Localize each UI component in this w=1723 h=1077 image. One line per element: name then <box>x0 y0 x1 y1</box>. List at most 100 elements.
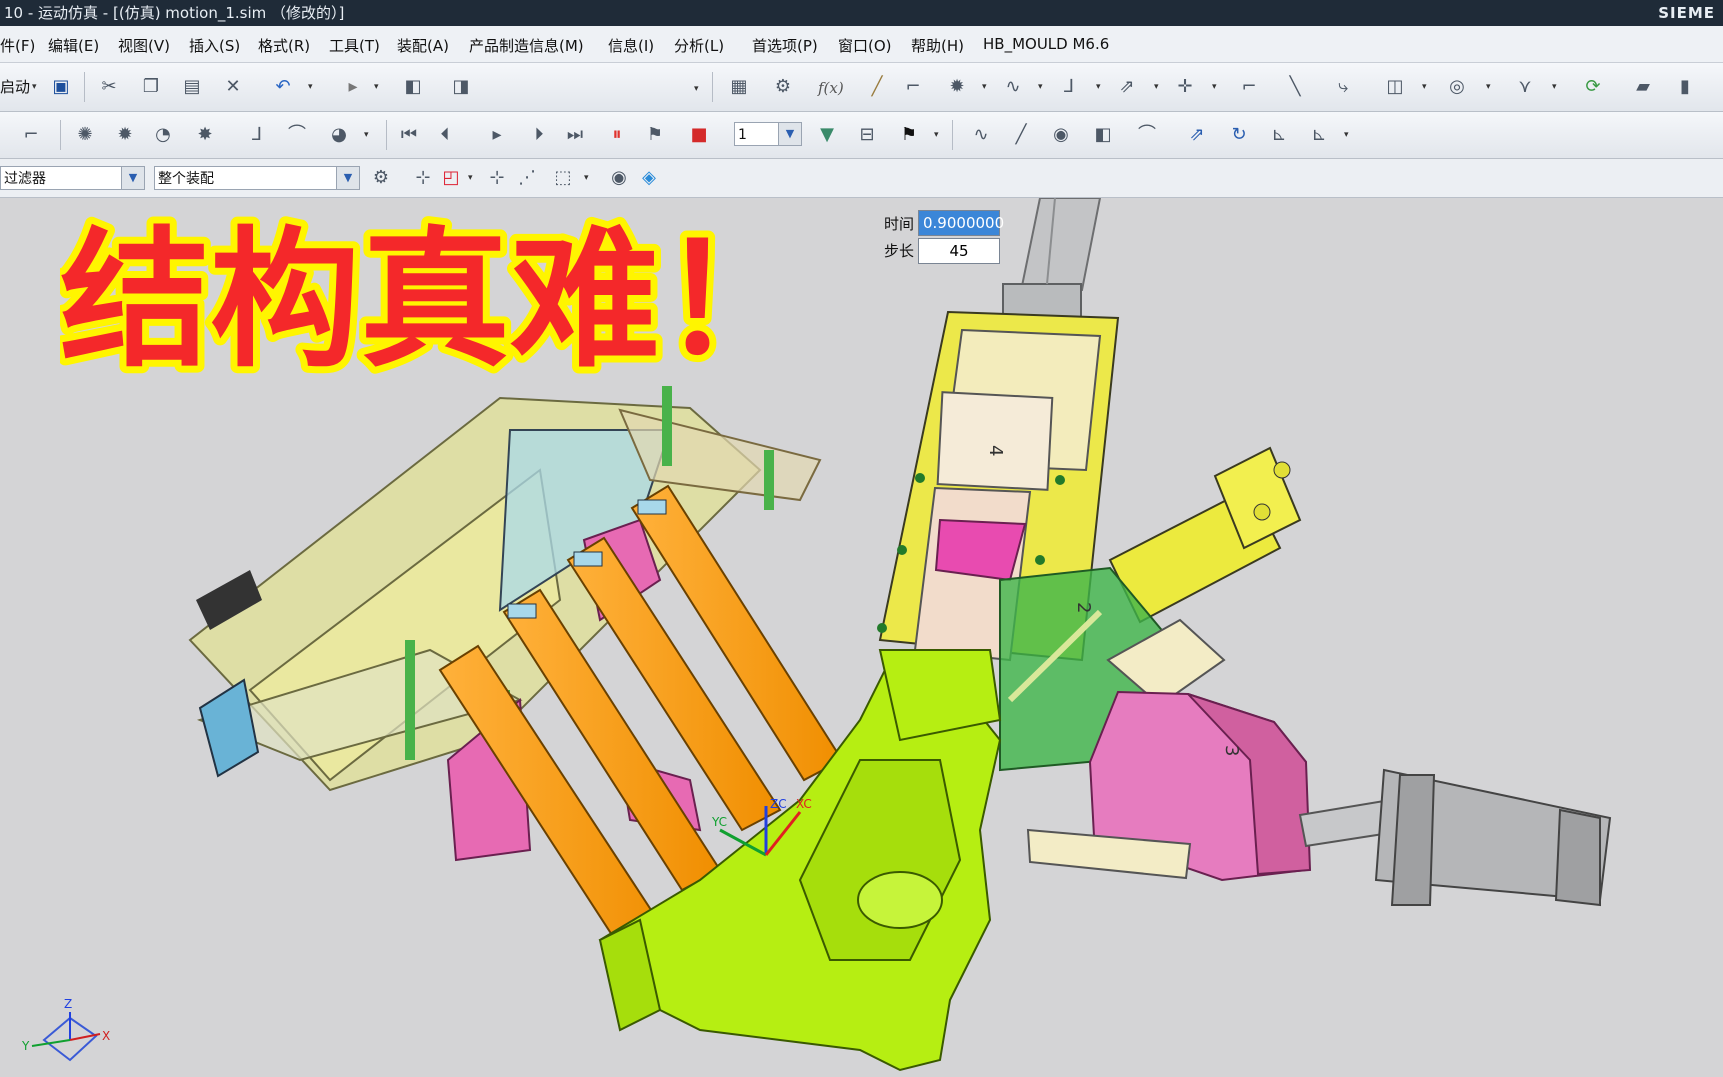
rewind-icon[interactable]: ⏮ <box>396 123 422 147</box>
save-icon[interactable]: ▣ <box>48 75 74 99</box>
delete-icon[interactable]: ✕ <box>220 75 246 99</box>
pause-icon[interactable]: ⏸ <box>604 123 630 147</box>
start-button[interactable]: 启动 <box>0 76 30 97</box>
rack-icon[interactable]: ✸ <box>192 123 218 147</box>
part-icon[interactable]: ▦ <box>726 75 752 99</box>
flag-dropdown-icon[interactable]: ▾ <box>934 121 942 145</box>
cut-icon[interactable]: ✂ <box>96 75 122 99</box>
axes-more-icon[interactable]: ⊾ <box>1306 123 1332 147</box>
marker-dropdown-icon[interactable]: ▾ <box>1096 73 1104 97</box>
axes-dropdown-icon[interactable]: ▾ <box>1344 121 1352 145</box>
contact-dropdown-icon[interactable]: ▾ <box>364 121 372 145</box>
joint-icon[interactable]: ⌐ <box>900 75 926 99</box>
select-body-icon[interactable]: ⋰ <box>514 166 540 190</box>
point-dropdown-icon[interactable]: ▾ <box>1212 73 1220 97</box>
play-icon[interactable]: ▸ <box>340 75 366 99</box>
search-dropdown-icon[interactable]: ▾ <box>694 75 702 99</box>
menu-pmi[interactable]: 产品制造信息(M) <box>469 35 584 56</box>
motion-body-icon[interactable]: ╱ <box>864 75 890 99</box>
assembly-scope-select[interactable]: 整个装配 ▼ <box>154 166 360 190</box>
layer-icon[interactable]: ◧ <box>400 75 426 99</box>
step-field[interactable]: 45 <box>918 238 1000 264</box>
menu-window[interactable]: 窗口(O) <box>838 35 892 56</box>
chevron-down-icon[interactable]: ▼ <box>121 167 144 189</box>
undo-icon[interactable]: ↶ <box>270 75 296 99</box>
menu-view[interactable]: 视图(V) <box>118 35 170 56</box>
cable-icon[interactable]: ⅃ <box>244 123 270 147</box>
solver-icon[interactable]: ⌐ <box>1236 75 1262 99</box>
paste-icon[interactable]: ▤ <box>179 75 205 99</box>
chevron-down-icon[interactable]: ▼ <box>778 123 801 145</box>
spring-dropdown-icon[interactable]: ▾ <box>1038 73 1046 97</box>
view-icon[interactable]: ◉ <box>606 166 632 190</box>
gear-pair-icon[interactable]: ✹ <box>112 123 138 147</box>
curve-icon[interactable]: ⌒ <box>284 123 310 147</box>
menu-analysis[interactable]: 分析(L) <box>674 35 724 56</box>
vector-force-icon[interactable]: ⇗ <box>1184 123 1210 147</box>
graph-icon[interactable]: ⋎ <box>1512 75 1538 99</box>
step-back-icon[interactable]: ⏴ <box>432 123 458 147</box>
interference-dropdown-icon[interactable]: ▾ <box>1486 73 1494 97</box>
record-icon[interactable]: ⚑ <box>642 123 668 147</box>
triangle-down-icon[interactable]: ▼ <box>814 123 840 147</box>
menu-edit[interactable]: 编辑(E) <box>48 35 99 56</box>
menu-insert[interactable]: 插入(S) <box>189 35 240 56</box>
copy-icon[interactable]: ❐ <box>138 75 164 99</box>
point-icon[interactable]: ✛ <box>1172 75 1198 99</box>
fast-forward-icon[interactable]: ⏭ <box>562 123 588 147</box>
menu-assembly[interactable]: 装配(A) <box>397 35 449 56</box>
cube-icon[interactable]: ◈ <box>636 166 662 190</box>
sheet-icon[interactable]: ▮ <box>1672 75 1698 99</box>
menu-tools[interactable]: 工具(T) <box>329 35 380 56</box>
time-field[interactable]: 0.9000000 <box>918 210 1004 236</box>
marker-icon[interactable]: ⅃ <box>1056 75 1082 99</box>
step-play-icon[interactable]: ▸ <box>484 123 510 147</box>
torque-icon[interactable]: ↻ <box>1226 123 1252 147</box>
axes-icon[interactable]: ⊾ <box>1266 123 1292 147</box>
contact-3d-icon[interactable]: ◧ <box>1090 123 1116 147</box>
select-feature-icon[interactable]: ⊹ <box>484 166 510 190</box>
contact-icon[interactable]: ◕ <box>326 123 352 147</box>
spring-icon[interactable]: ∿ <box>968 123 994 147</box>
play-dropdown-icon[interactable]: ▾ <box>374 73 382 97</box>
link-icon[interactable]: ⚙ <box>770 75 796 99</box>
envelope-dropdown-icon[interactable]: ▾ <box>1422 73 1430 97</box>
stop-icon[interactable]: ■ <box>686 123 712 147</box>
cam-icon[interactable]: ◔ <box>150 123 176 147</box>
properties-icon[interactable]: ◨ <box>448 75 474 99</box>
step-select[interactable]: 1 ▼ <box>734 122 802 146</box>
refresh-icon[interactable]: ⟳ <box>1580 75 1606 99</box>
right-grey-cylinder[interactable] <box>1298 768 1612 907</box>
envelope-icon[interactable]: ◫ <box>1382 75 1408 99</box>
menu-hb-mould[interactable]: HB_MOULD M6.6 <box>983 35 1109 53</box>
bushing-icon[interactable]: ◉ <box>1048 123 1074 147</box>
top-guide-cylinder[interactable] <box>1002 198 1102 321</box>
expression-button[interactable]: f(x) <box>818 79 844 97</box>
select-face-icon[interactable]: ◰ <box>438 166 464 190</box>
graph-dropdown-icon[interactable]: ▾ <box>1552 73 1560 97</box>
menu-info[interactable]: 信息(I) <box>608 35 654 56</box>
chevron-down-icon[interactable]: ▼ <box>336 167 359 189</box>
vector-icon[interactable]: ⇗ <box>1114 75 1140 99</box>
filter-icon[interactable]: ⚙ <box>368 166 394 190</box>
spring-icon[interactable]: ∿ <box>1000 75 1026 99</box>
split-icon[interactable]: ⊟ <box>854 123 880 147</box>
export-icon[interactable]: ▰ <box>1630 75 1656 99</box>
damper-icon[interactable]: ╱ <box>1008 123 1034 147</box>
rectangle-select-dropdown-icon[interactable]: ▾ <box>584 164 592 188</box>
snap-icon[interactable]: ⊹ <box>410 166 436 190</box>
motion-body-icon[interactable]: ⌐ <box>18 123 44 147</box>
interference-icon[interactable]: ◎ <box>1444 75 1470 99</box>
gear-dropdown-icon[interactable]: ▾ <box>982 73 990 97</box>
menu-file[interactable]: 件(F) <box>0 35 35 56</box>
step-forward-icon[interactable]: ⏵ <box>526 123 552 147</box>
select-dropdown-icon[interactable]: ▾ <box>468 164 476 188</box>
menu-help[interactable]: 帮助(H) <box>911 35 964 56</box>
menu-format[interactable]: 格式(R) <box>258 35 310 56</box>
undo-dropdown-icon[interactable]: ▾ <box>308 73 316 97</box>
coupler-icon[interactable]: ✺ <box>72 123 98 147</box>
gear-icon[interactable]: ✹ <box>944 75 970 99</box>
vector-dropdown-icon[interactable]: ▾ <box>1154 73 1162 97</box>
right-hydraulic-cylinder[interactable] <box>1108 446 1302 624</box>
type-filter-select[interactable]: 过滤器 ▼ <box>0 166 145 190</box>
